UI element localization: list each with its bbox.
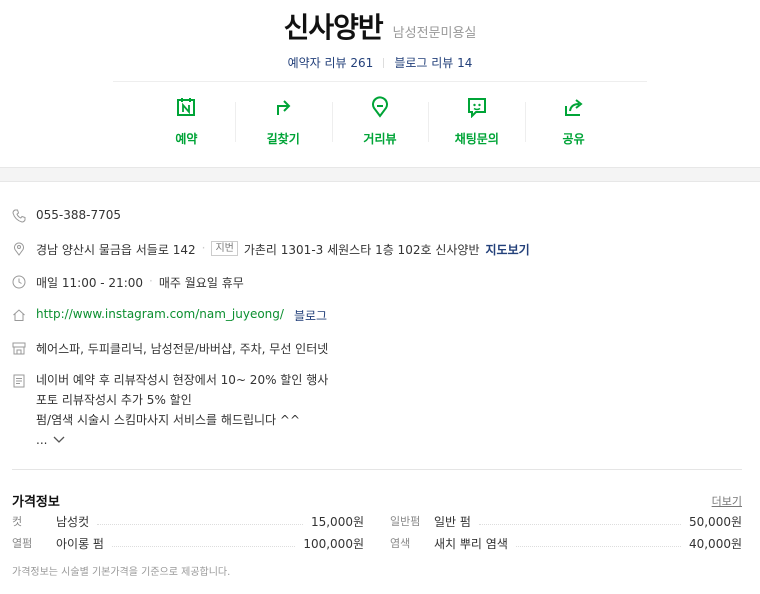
divider [383,57,385,68]
price-list: 컷 남성컷 15,000원 일반펌 일반 펌 50,000원 열펌 아이롱 펌 … [12,513,742,551]
price-item: 일반펌 일반 펌 50,000원 [390,513,742,529]
price-value: 40,000원 [688,536,742,551]
phone-icon [12,209,26,223]
directions-button[interactable]: 길찾기 [234,96,332,148]
reserve-label: 예약 [175,132,198,146]
calendar-n-icon [175,96,197,122]
directions-arrow-icon [272,96,294,122]
price-value: 15,000원 [310,514,364,529]
place-title: 신사양반 [283,11,384,44]
website-row: http://www.instagram.com/nam_juyeong/ 블로… [12,307,327,324]
price-name: 아이롱 펌 [56,536,104,551]
location-pin-icon [12,242,26,256]
dotted-leader [111,539,296,547]
action-bar: 예약 길찾기 거리뷰 채팅문의 공유 [138,96,622,148]
business-hours: 매일 11:00 - 21:00 [36,276,144,290]
directions-label: 길찾기 [266,132,300,146]
home-icon [12,308,26,322]
price-item: 컷 남성컷 15,000원 [12,513,364,529]
visitor-reviews-link[interactable]: 예약자 리뷰 261 [288,54,374,71]
chat-inquiry-button[interactable]: 채팅문의 [428,96,525,148]
share-icon [563,96,585,122]
dot-separator: · [149,274,153,288]
share-button[interactable]: 공유 [525,96,622,148]
price-item: 염색 새치 뿌리 염색 40,000원 [390,535,742,551]
phone-row: 055-388-7705 [12,208,121,223]
place-header: 신사양반 남성전문미용실 예약자 리뷰 261 블로그 리뷰 14 [0,0,760,92]
expand-more[interactable]: ... [36,430,328,450]
blog-reviews-label: 블로그 리뷰 [394,56,454,70]
dot-separator: · [201,241,206,255]
chat-bubble-icon [466,96,488,122]
clock-icon [12,275,26,289]
price-name: 일반 펌 [434,514,471,529]
price-name: 새치 뿌리 염색 [434,536,508,551]
price-category: 일반펌 [390,515,421,528]
map-link[interactable]: 지도보기 [485,241,529,258]
reserve-button[interactable]: 예약 [138,96,235,148]
chevron-down-icon [53,430,65,450]
ellipsis: ... [36,433,48,447]
price-value: 100,000원 [303,536,364,551]
share-label: 공유 [562,132,585,146]
phone-number[interactable]: 055-388-7705 [36,208,121,222]
amenities-row: 헤어스파, 두피클리닉, 남성전문/바버샵, 주차, 무선 인터넷 [12,340,328,357]
price-note: 가격정보는 시술별 기본가격을 기준으로 제공합니다. [12,567,231,578]
blog-reviews-link[interactable]: 블로그 리뷰 14 [394,54,472,71]
price-value: 50,000원 [688,514,742,529]
store-icon [12,341,26,355]
document-icon [12,374,26,388]
description-block: 네이버 예약 후 리뷰작성시 현장에서 10~ 20% 할인 행사 포토 리뷰작… [36,370,328,450]
place-category: 남성전문미용실 [392,26,477,41]
map-pin-icon [369,96,391,122]
address-row: 경남 양산시 물금읍 서들로 142 · 지번 가촌리 1301-3 세원스타 … [12,241,530,258]
blog-link[interactable]: 블로그 [294,307,327,324]
dotted-leader [97,517,303,525]
description-line: 네이버 예약 후 리뷰작성시 현장에서 10~ 20% 할인 행사 [36,373,329,387]
price-category: 컷 [12,515,23,528]
price-name: 남성컷 [56,514,90,529]
amenities: 헤어스파, 두피클리닉, 남성전문/바버샵, 주차, 무선 인터넷 [36,342,329,356]
visitor-reviews-count: 261 [350,56,374,70]
road-address: 경남 양산시 물금읍 서들로 142 [36,243,196,257]
street-view-label: 거리뷰 [363,132,397,146]
divider [113,81,647,82]
hours-row: 매일 11:00 - 21:00 · 매주 월요일 휴무 [12,274,244,291]
dotted-leader [478,517,681,525]
description-line: 펌/염색 시술시 스킴마사지 서비스를 해드립니다 ^^ [36,413,301,427]
description-row: 네이버 예약 후 리뷰작성시 현장에서 10~ 20% 할인 행사 포토 리뷰작… [12,370,328,450]
visitor-reviews-label: 예약자 리뷰 [287,56,347,70]
price-item: 열펌 아이롱 펌 100,000원 [12,535,364,551]
street-view-button[interactable]: 거리뷰 [331,96,429,148]
price-header: 가격정보 더보기 [12,491,742,511]
jibun-address: 가촌리 1301-3 세원스타 1층 102호 신사양반 [243,243,480,257]
review-summary: 예약자 리뷰 261 블로그 리뷰 14 [0,54,760,71]
section-separator [0,167,760,182]
website-link[interactable]: http://www.instagram.com/nam_juyeong/ [36,307,284,321]
chat-inquiry-label: 채팅문의 [454,132,499,146]
price-category: 염색 [390,537,411,550]
jibun-tag: 지번 [211,241,238,256]
blog-reviews-count: 14 [457,56,473,70]
price-category: 열펌 [12,537,33,550]
divider [12,469,742,470]
price-title: 가격정보 [12,495,60,510]
dotted-leader [515,539,681,547]
price-more-link[interactable]: 더보기 [712,493,742,509]
description-line: 포토 리뷰작성시 추가 5% 할인 [36,393,192,407]
closed-days: 매주 월요일 휴무 [158,276,244,290]
